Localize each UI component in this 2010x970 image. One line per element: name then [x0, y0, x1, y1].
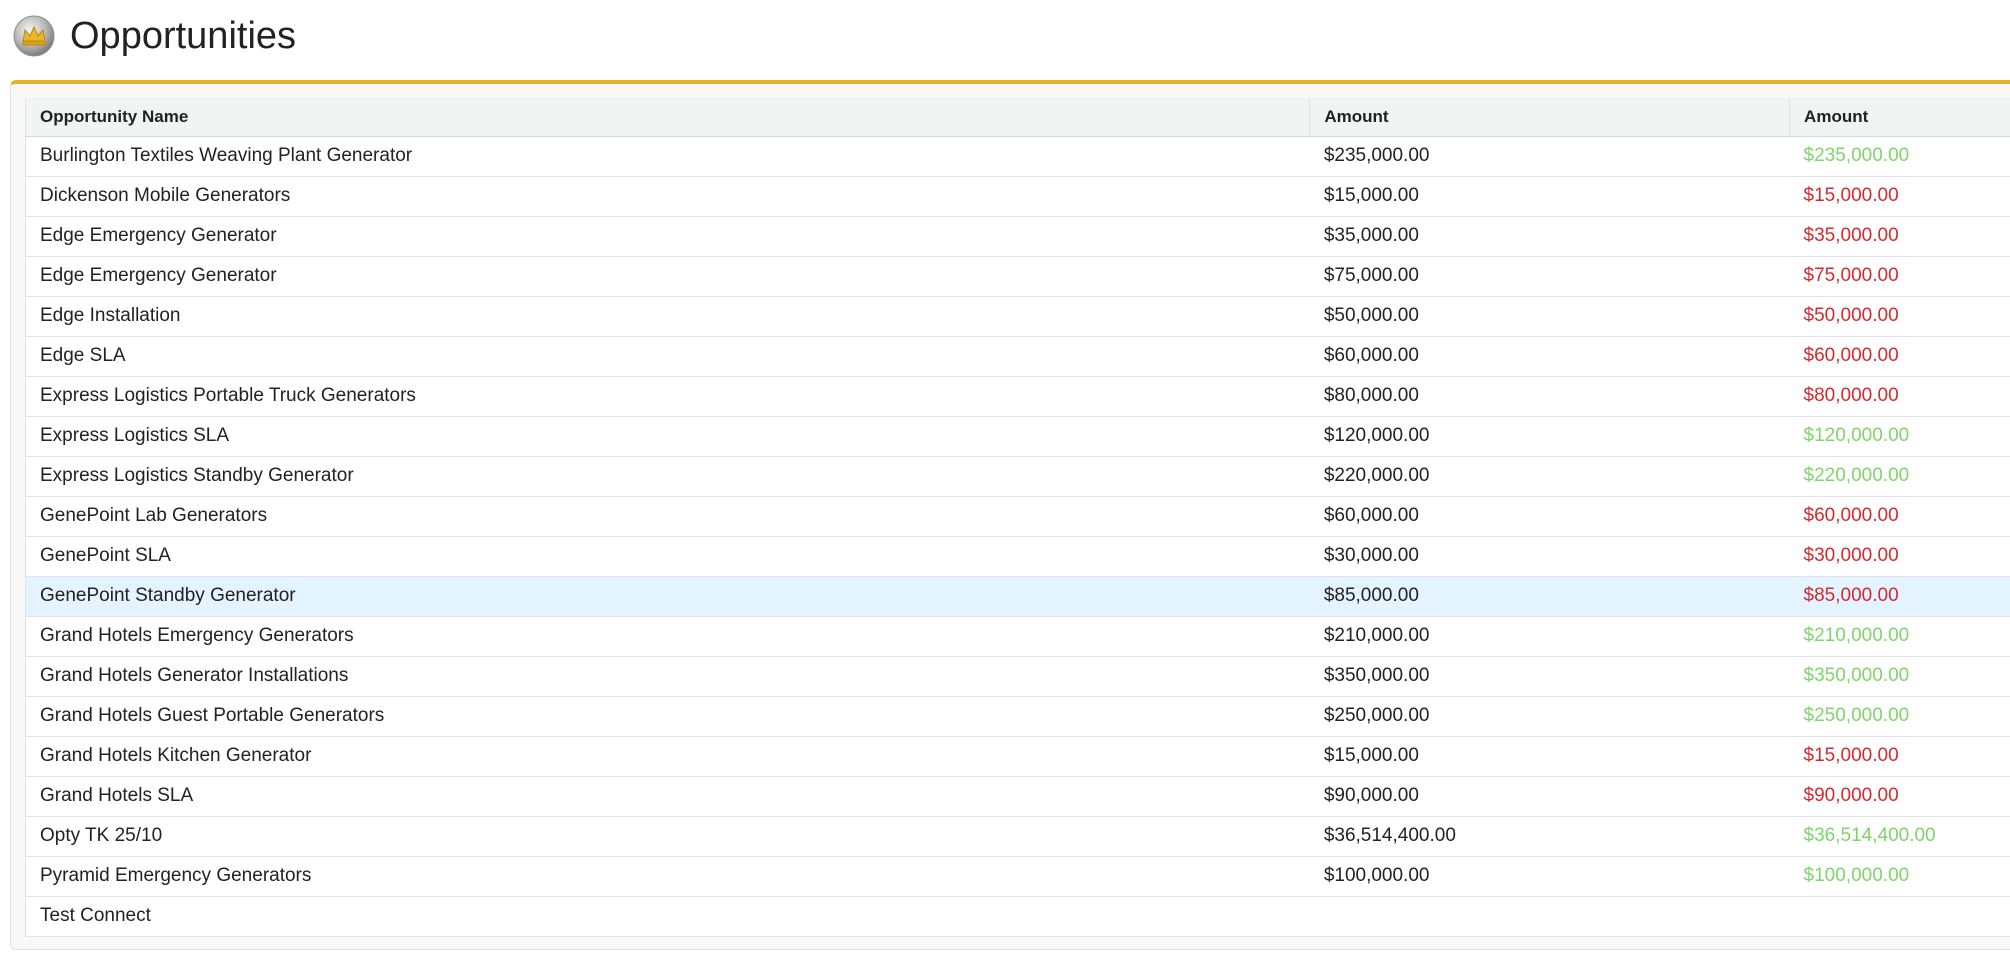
opportunity-name-cell[interactable]: Express Logistics Standby Generator — [25, 456, 1310, 497]
table-row[interactable]: Pyramid Emergency Generators $100,000.00 $… — [25, 856, 2010, 897]
page: Opportunities Opportunity Name Amount Am… — [0, 0, 2010, 970]
opportunity-name-cell[interactable]: Grand Hotels Guest Portable Generators — [25, 696, 1310, 737]
amount-cell: $15,000.00 — [1309, 176, 1790, 217]
amount-cell: $85,000.00 — [1309, 576, 1790, 617]
table-row[interactable]: Express Logistics Portable Truck Generat… — [25, 376, 2010, 417]
page-header: Opportunities — [12, 8, 296, 64]
amount-colored-cell: $100,000.00 — [1789, 856, 2010, 897]
amount-colored-cell: $36,514,400.00 — [1789, 816, 2010, 857]
amount-cell: $75,000.00 — [1309, 256, 1790, 297]
amount-cell: $210,000.00 — [1309, 616, 1790, 657]
table-row[interactable]: Express Logistics SLA $120,000.00 $120,000… — [25, 416, 2010, 457]
amount-cell: $15,000.00 — [1309, 736, 1790, 777]
table-row[interactable]: Grand Hotels SLA $90,000.00 $90,000.00 — [25, 776, 2010, 817]
column-header-amount[interactable]: Amount — [1309, 98, 1791, 137]
table-body: Burlington Textiles Weaving Plant Genera… — [25, 136, 2010, 937]
amount-cell: $60,000.00 — [1309, 336, 1790, 377]
table-row[interactable]: Grand Hotels Emergency Generators $210,00… — [25, 616, 2010, 657]
opportunity-name-cell[interactable]: Grand Hotels Generator Installations — [25, 656, 1310, 697]
amount-colored-cell: $60,000.00 — [1789, 336, 2010, 377]
opportunities-panel: Opportunity Name Amount Amount Burlingto… — [10, 80, 2010, 950]
opportunity-name-cell[interactable]: Test Connect — [25, 896, 1310, 937]
amount-cell: $350,000.00 — [1309, 656, 1790, 697]
opportunity-name-cell[interactable]: GenePoint Standby Generator — [25, 576, 1310, 617]
amount-cell: $100,000.00 — [1309, 856, 1790, 897]
amount-cell: $80,000.00 — [1309, 376, 1790, 417]
crown-icon — [13, 15, 55, 57]
amount-cell: $50,000.00 — [1309, 296, 1790, 337]
amount-colored-cell: $50,000.00 — [1789, 296, 2010, 337]
amount-colored-cell: $60,000.00 — [1789, 496, 2010, 537]
amount-colored-cell — [1789, 896, 2010, 937]
amount-cell: $60,000.00 — [1309, 496, 1790, 537]
amount-cell: $90,000.00 — [1309, 776, 1790, 817]
opportunity-name-cell[interactable]: Opty TK 25/10 — [25, 816, 1310, 857]
opportunity-name-cell[interactable]: Burlington Textiles Weaving Plant Genera… — [25, 136, 1310, 177]
amount-colored-cell: $15,000.00 — [1789, 736, 2010, 777]
amount-cell — [1309, 896, 1790, 937]
column-header-opportunity-name[interactable]: Opportunity Name — [25, 98, 1311, 137]
amount-colored-cell: $250,000.00 — [1789, 696, 2010, 737]
amount-cell: $36,514,400.00 — [1309, 816, 1790, 857]
amount-cell: $30,000.00 — [1309, 536, 1790, 577]
amount-colored-cell: $80,000.00 — [1789, 376, 2010, 417]
table-header-row: Opportunity Name Amount Amount — [25, 98, 2010, 137]
table-row[interactable]: Dickenson Mobile Generators $15,000.00 $15… — [25, 176, 2010, 217]
amount-colored-cell: $35,000.00 — [1789, 216, 2010, 257]
amount-colored-cell: $75,000.00 — [1789, 256, 2010, 297]
amount-colored-cell: $15,000.00 — [1789, 176, 2010, 217]
table-row[interactable]: Edge Installation $50,000.00 $50,000.00 — [25, 296, 2010, 337]
opportunity-name-cell[interactable]: Grand Hotels Kitchen Generator — [25, 736, 1310, 777]
table-container: Opportunity Name Amount Amount Burlingto… — [25, 98, 2010, 937]
amount-colored-cell: $210,000.00 — [1789, 616, 2010, 657]
amount-cell: $250,000.00 — [1309, 696, 1790, 737]
amount-cell: $235,000.00 — [1309, 136, 1790, 177]
amount-colored-cell: $30,000.00 — [1789, 536, 2010, 577]
opportunity-name-cell[interactable]: Dickenson Mobile Generators — [25, 176, 1310, 217]
amount-colored-cell: $350,000.00 — [1789, 656, 2010, 697]
table-row[interactable]: Edge SLA $60,000.00 $60,000.00 — [25, 336, 2010, 377]
table-row[interactable]: Burlington Textiles Weaving Plant Genera… — [25, 136, 2010, 177]
opportunity-name-cell[interactable]: Edge SLA — [25, 336, 1310, 377]
opportunity-name-cell[interactable]: Edge Emergency Generator — [25, 216, 1310, 257]
amount-colored-cell: $220,000.00 — [1789, 456, 2010, 497]
amount-cell: $35,000.00 — [1309, 216, 1790, 257]
amount-colored-cell: $235,000.00 — [1789, 136, 2010, 177]
amount-colored-cell: $90,000.00 — [1789, 776, 2010, 817]
table-row[interactable]: Grand Hotels Kitchen Generator $15,000.00… — [25, 736, 2010, 777]
opportunity-name-cell[interactable]: Grand Hotels Emergency Generators — [25, 616, 1310, 657]
table-row[interactable]: GenePoint Lab Generators $60,000.00 $60,00… — [25, 496, 2010, 537]
table-row[interactable]: GenePoint SLA $30,000.00 $30,000.00 — [25, 536, 2010, 577]
opportunity-name-cell[interactable]: Grand Hotels SLA — [25, 776, 1310, 817]
opportunity-name-cell[interactable]: GenePoint Lab Generators — [25, 496, 1310, 537]
table-row[interactable]: Edge Emergency Generator $35,000.00 $35,00… — [25, 216, 2010, 257]
opportunity-name-cell[interactable]: Edge Installation — [25, 296, 1310, 337]
column-header-amount-colored[interactable]: Amount — [1789, 98, 2010, 137]
amount-colored-cell: $120,000.00 — [1789, 416, 2010, 457]
amount-cell: $120,000.00 — [1309, 416, 1790, 457]
page-title: Opportunities — [70, 14, 297, 57]
opportunity-name-cell[interactable]: Pyramid Emergency Generators — [25, 856, 1310, 897]
opportunity-name-cell[interactable]: Edge Emergency Generator — [25, 256, 1310, 297]
table-row[interactable]: GenePoint Standby Generator $85,000.00 $85… — [25, 576, 2010, 617]
opportunity-name-cell[interactable]: Express Logistics SLA — [25, 416, 1310, 457]
table-row[interactable]: Opty TK 25/10 $36,514,400.00 $36,514,400.0… — [25, 816, 2010, 857]
opportunity-name-cell[interactable]: GenePoint SLA — [25, 536, 1310, 577]
table-row[interactable]: Grand Hotels Guest Portable Generators $2… — [25, 696, 2010, 737]
table-row[interactable]: Grand Hotels Generator Installations $350… — [25, 656, 2010, 697]
amount-colored-cell: $85,000.00 — [1789, 576, 2010, 617]
table-row[interactable]: Express Logistics Standby Generator $220,… — [25, 456, 2010, 497]
table-row[interactable]: Test Connect — [25, 896, 2010, 937]
opportunities-table: Opportunity Name Amount Amount Burlingto… — [25, 98, 2010, 937]
table-row[interactable]: Edge Emergency Generator $75,000.00 $75,00… — [25, 256, 2010, 297]
opportunity-name-cell[interactable]: Express Logistics Portable Truck Generat… — [25, 376, 1310, 417]
amount-cell: $220,000.00 — [1309, 456, 1790, 497]
